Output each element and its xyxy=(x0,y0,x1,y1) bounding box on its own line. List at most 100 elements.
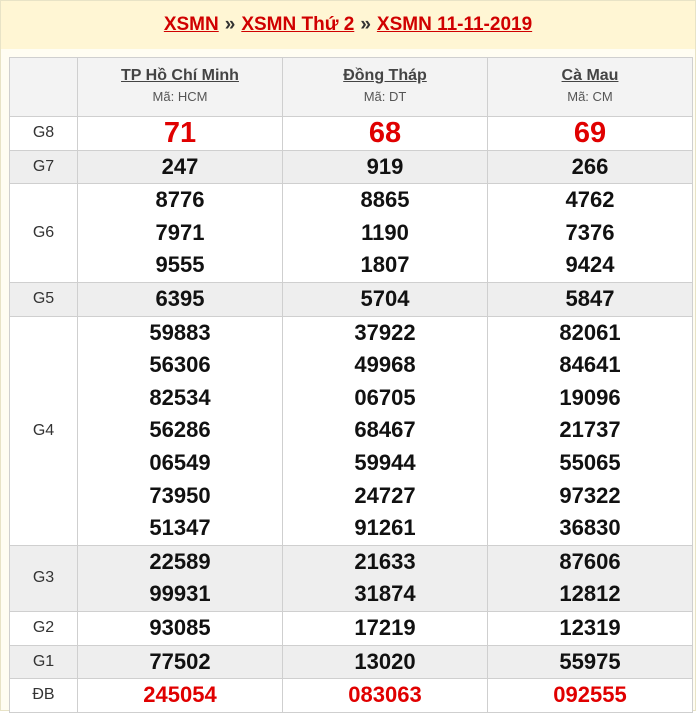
prize-cell: 092555 xyxy=(487,678,693,713)
prize-number-g6: 4762 xyxy=(565,187,615,213)
prize-label-g1: G1 xyxy=(9,644,78,680)
prize-cell: 82061 84641 19096 21737 55065 97322 3683… xyxy=(487,315,693,546)
province-header-hcm: TP Hồ Chí Minh Mã: HCM xyxy=(77,57,283,117)
prize-label-g2: G2 xyxy=(9,610,78,646)
prize-cell: 12319 xyxy=(487,610,693,646)
prize-cell: 68 xyxy=(282,116,488,151)
prize-number-g6: 9555 xyxy=(155,252,205,278)
prize-number-g4: 82061 xyxy=(559,319,621,345)
prize-cell: 8865 1190 1807 xyxy=(282,183,488,283)
province-code-dt: Mã: DT xyxy=(363,89,407,104)
prize-number-g2: 12319 xyxy=(559,614,621,640)
prize-number-g6: 9424 xyxy=(565,252,615,278)
prize-cell: 5704 xyxy=(282,281,488,317)
prize-cell: 083063 xyxy=(282,678,488,713)
prize-row-g2: G2 93085 17219 12319 xyxy=(9,610,693,646)
prize-number-g8: 68 xyxy=(368,117,402,149)
prize-number-g6: 7376 xyxy=(565,219,615,245)
prize-cell: 22589 99931 xyxy=(77,544,283,612)
prize-cell: 5847 xyxy=(487,281,693,317)
prize-cell: 919 xyxy=(282,149,488,185)
breadcrumb-link-xsmn[interactable]: XSMN xyxy=(164,14,219,36)
prize-number-g4: 56286 xyxy=(149,417,211,443)
prize-number-g4: 91261 xyxy=(354,515,416,541)
prize-number-g3: 22589 xyxy=(149,548,211,574)
prize-number-g6: 8776 xyxy=(155,187,205,213)
prize-row-g8: G8 71 68 69 xyxy=(9,116,693,151)
prize-number-g4: 49968 xyxy=(354,352,416,378)
prize-number-g3: 31874 xyxy=(354,581,416,607)
prize-number-g4: 68467 xyxy=(354,417,416,443)
prize-number-g6: 1190 xyxy=(361,219,409,245)
prize-row-db: ĐB 245054 083063 092555 xyxy=(9,678,693,713)
prize-label-g7: G7 xyxy=(9,149,78,185)
results-panel: XSMN » XSMN Thứ 2 » XSMN 11-11-2019 TP H… xyxy=(0,0,696,713)
prize-cell: 266 xyxy=(487,149,693,185)
prize-cell: 245054 xyxy=(77,678,283,713)
prize-row-g1: G1 77502 13020 55975 xyxy=(9,644,693,680)
prize-cell: 55975 xyxy=(487,644,693,680)
prize-number-g4: 56306 xyxy=(149,352,211,378)
prize-row-g7: G7 247 919 266 xyxy=(9,149,693,185)
province-link-cm[interactable]: Cà Mau xyxy=(488,66,692,86)
prize-number-g8: 71 xyxy=(163,117,197,149)
province-header-dt: Đồng Tháp Mã: DT xyxy=(282,57,488,117)
prize-number-g6: 7971 xyxy=(155,219,205,245)
prize-number-g4: 73950 xyxy=(149,482,211,508)
prize-cell: 21633 31874 xyxy=(282,544,488,612)
prize-number-g4: 59944 xyxy=(354,449,416,475)
prize-number-g4: 59883 xyxy=(149,319,211,345)
prize-number-db: 092555 xyxy=(553,682,627,708)
prize-number-g3: 12812 xyxy=(559,581,621,607)
breadcrumb-link-xsmn-thu-2[interactable]: XSMN Thứ 2 xyxy=(241,14,354,36)
prize-cell: 247 xyxy=(77,149,283,185)
prize-number-g4: 55065 xyxy=(559,449,621,475)
prize-number-db: 083063 xyxy=(348,682,422,708)
prize-number-g3: 21633 xyxy=(354,548,416,574)
prize-number-g5: 5847 xyxy=(565,285,615,311)
prize-label-g6: G6 xyxy=(9,183,78,283)
prize-cell: 87606 12812 xyxy=(487,544,693,612)
prize-cell: 93085 xyxy=(77,610,283,646)
prize-label-g4: G4 xyxy=(9,315,78,546)
prize-number-g4: 24727 xyxy=(354,482,416,508)
breadcrumb-separator: » xyxy=(224,14,236,35)
prize-number-g4: 06705 xyxy=(354,384,416,410)
province-header-cm: Cà Mau Mã: CM xyxy=(487,57,693,117)
prize-number-g1: 77502 xyxy=(149,648,211,674)
prize-number-g3: 99931 xyxy=(149,581,211,607)
breadcrumb-link-xsmn-date[interactable]: XSMN 11-11-2019 xyxy=(377,14,532,36)
province-link-dt[interactable]: Đồng Tháp xyxy=(283,66,487,86)
prize-row-g3: G3 22589 99931 21633 31874 87606 12812 xyxy=(9,544,693,612)
prize-cell: 8776 7971 9555 xyxy=(77,183,283,283)
prize-number-g4: 51347 xyxy=(149,515,211,541)
prize-number-g7: 247 xyxy=(161,153,199,179)
prize-number-g4: 06549 xyxy=(149,449,211,475)
prize-number-g6: 8865 xyxy=(360,187,410,213)
prize-cell: 37922 49968 06705 68467 59944 24727 9126… xyxy=(282,315,488,546)
prize-label-g5: G5 xyxy=(9,281,78,317)
prize-cell: 6395 xyxy=(77,281,283,317)
province-link-hcm[interactable]: TP Hồ Chí Minh xyxy=(78,66,282,86)
prize-row-g5: G5 6395 5704 5847 xyxy=(9,281,693,317)
prize-number-g7: 266 xyxy=(571,153,609,179)
prize-cell: 59883 56306 82534 56286 06549 73950 5134… xyxy=(77,315,283,546)
prize-number-g6: 1807 xyxy=(360,252,410,278)
prize-cell: 77502 xyxy=(77,644,283,680)
province-code-hcm: Mã: HCM xyxy=(152,89,208,104)
prize-number-g4: 97322 xyxy=(559,482,621,508)
breadcrumb: XSMN » XSMN Thứ 2 » XSMN 11-11-2019 xyxy=(1,1,695,49)
breadcrumb-separator: » xyxy=(360,14,371,35)
prize-number-g5: 5704 xyxy=(360,285,410,311)
prize-number-g7: 919 xyxy=(366,153,404,179)
prize-number-g4: 21737 xyxy=(559,417,621,443)
prize-number-g4: 19096 xyxy=(559,384,621,410)
prize-cell: 69 xyxy=(487,116,693,151)
prize-number-g3: 87606 xyxy=(559,548,621,574)
prize-row-g6: G6 8776 7971 9555 8865 1190 1807 4762 73… xyxy=(9,183,693,283)
prize-number-g8: 69 xyxy=(573,117,607,149)
prize-label-g8: G8 xyxy=(9,116,78,151)
prize-number-g4: 36830 xyxy=(559,515,621,541)
prize-cell: 71 xyxy=(77,116,283,151)
table-header-row: TP Hồ Chí Minh Mã: HCM Đồng Tháp Mã: DT … xyxy=(9,57,693,117)
